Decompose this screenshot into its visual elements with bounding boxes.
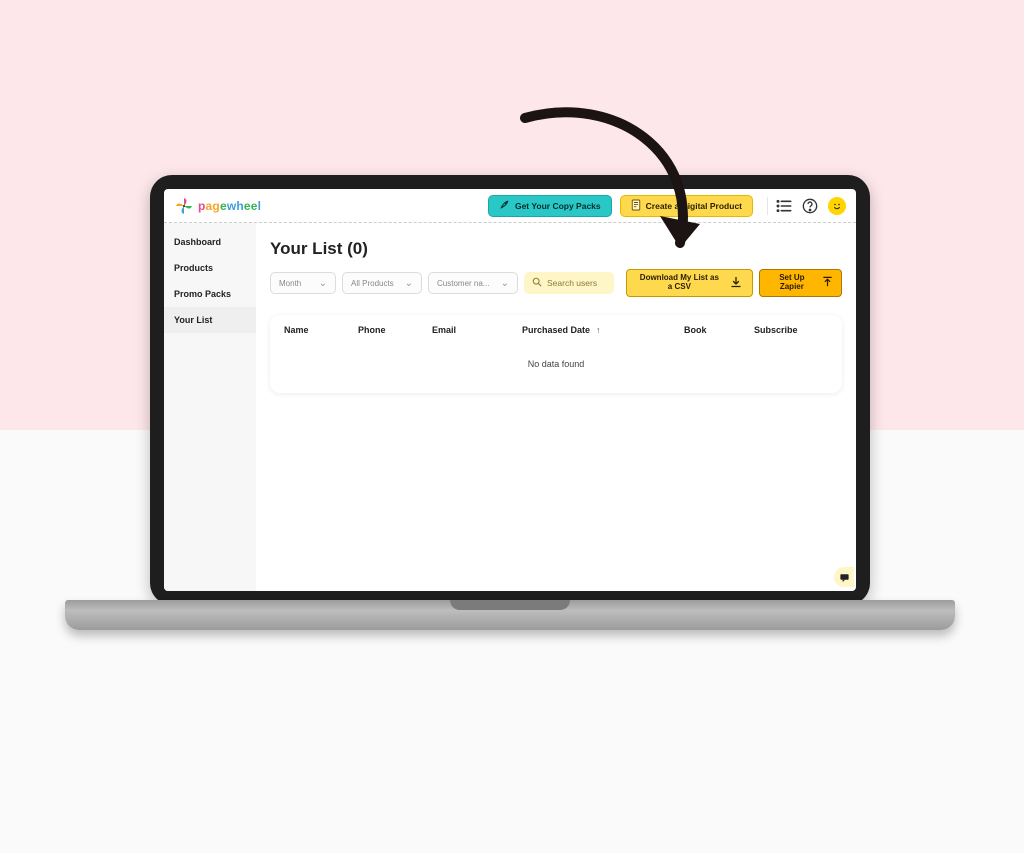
search-icon (532, 277, 542, 289)
chevron-down-icon: ⌄ (501, 278, 509, 289)
download-icon (730, 276, 742, 291)
sidebar-item-your-list[interactable]: Your List (164, 307, 256, 333)
col-phone[interactable]: Phone (358, 325, 432, 335)
sort-asc-icon: ↑ (596, 325, 601, 335)
download-csv-label: Download My List as a CSV (637, 274, 722, 292)
table-header: Name Phone Email Purchased Date ↑ Book S… (270, 315, 842, 345)
search-placeholder: Search users (547, 278, 597, 288)
zapier-button[interactable]: Set Up Zapier (759, 269, 842, 297)
smiley-icon[interactable] (828, 197, 846, 215)
zapier-label: Set Up Zapier (768, 274, 816, 292)
col-purchased-label: Purchased Date (522, 325, 590, 335)
filters-row: Month ⌄ All Products ⌄ Customer na... ⌄ (270, 269, 842, 297)
upload-icon (822, 276, 833, 290)
products-select-label: All Products (351, 279, 394, 288)
col-purchased-date[interactable]: Purchased Date ↑ (522, 325, 652, 335)
document-icon (631, 199, 641, 213)
laptop-notch (450, 600, 570, 610)
app-header: pagewheel Get Your Copy Packs (164, 189, 856, 223)
brand-logo[interactable]: pagewheel (174, 196, 261, 216)
sidebar-item-dashboard[interactable]: Dashboard (164, 229, 256, 255)
create-product-button[interactable]: Create a Digital Product (620, 195, 753, 217)
chat-widget[interactable] (834, 567, 854, 587)
month-select[interactable]: Month ⌄ (270, 272, 336, 294)
app-screen: pagewheel Get Your Copy Packs (164, 189, 856, 591)
month-select-label: Month (279, 279, 301, 288)
sidebar-item-products[interactable]: Products (164, 255, 256, 281)
help-icon[interactable] (802, 198, 818, 214)
col-subscribe[interactable]: Subscribe (732, 325, 828, 335)
products-select[interactable]: All Products ⌄ (342, 272, 422, 294)
download-csv-button[interactable]: Download My List as a CSV (626, 269, 753, 297)
copy-packs-label: Get Your Copy Packs (515, 201, 601, 211)
main-content: Your List (0) Month ⌄ All Products ⌄ Cus… (256, 223, 856, 591)
copy-packs-button[interactable]: Get Your Copy Packs (488, 195, 612, 217)
chevron-down-icon: ⌄ (405, 278, 413, 289)
pinwheel-icon (174, 196, 194, 216)
sidebar-item-promo-packs[interactable]: Promo Packs (164, 281, 256, 307)
col-name[interactable]: Name (284, 325, 358, 335)
empty-state: No data found (270, 345, 842, 393)
brand-name: pagewheel (198, 199, 261, 213)
list-icon[interactable] (776, 198, 792, 214)
laptop-base (65, 600, 955, 630)
create-product-label: Create a Digital Product (646, 201, 742, 211)
header-icon-group (767, 197, 846, 215)
chevron-down-icon: ⌄ (319, 278, 327, 289)
page-title: Your List (0) (270, 239, 842, 259)
laptop-frame: pagewheel Get Your Copy Packs (150, 175, 870, 605)
rocket-icon (499, 199, 510, 212)
search-input[interactable]: Search users (524, 272, 614, 294)
col-book[interactable]: Book (652, 325, 732, 335)
customer-select[interactable]: Customer na... ⌄ (428, 272, 518, 294)
data-table: Name Phone Email Purchased Date ↑ Book S… (270, 315, 842, 393)
sidebar: Dashboard Products Promo Packs Your List (164, 223, 256, 591)
customer-select-label: Customer na... (437, 279, 489, 288)
col-email[interactable]: Email (432, 325, 522, 335)
